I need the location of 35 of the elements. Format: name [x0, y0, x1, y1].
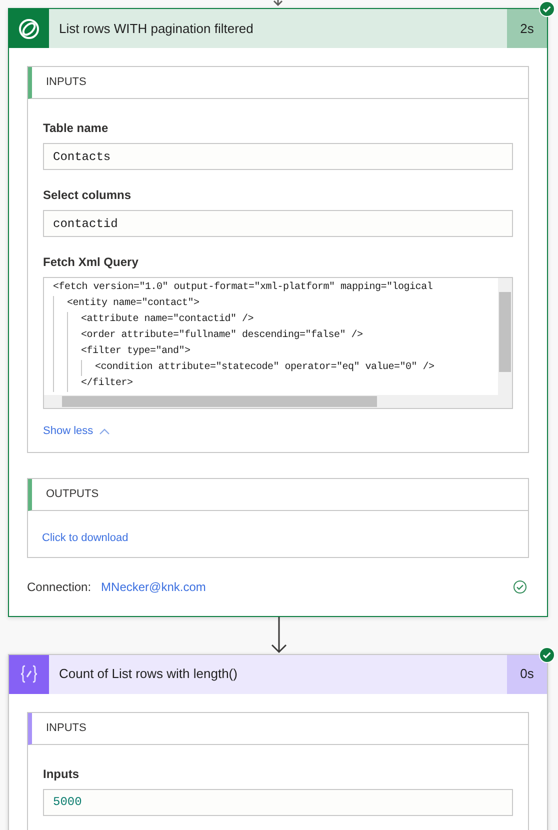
card-title: List rows WITH pagination filtered: [58, 20, 254, 38]
code-field[interactable]: [43, 277, 513, 409]
section-heading: INPUTS: [28, 712, 528, 744]
show-less-link[interactable]: Show less: [43, 423, 110, 440]
code-line: <condition attribute="statecode" operator="eq" value="0" />: [95, 360, 434, 375]
code-line: <entity name="contact">: [67, 296, 200, 311]
code-line: <fetch version="1.0" output-format="xml-platform" mapping="logical: [53, 280, 433, 295]
code-line: <order attribute="fullname" descending="false" />: [81, 328, 363, 343]
card-header[interactable]: List rows WITH pagination filtered 2s: [9, 9, 547, 48]
card-title: Count of List rows with length(): [58, 665, 238, 684]
section-heading: OUTPUTS: [28, 478, 528, 510]
check-circle-icon: [513, 580, 527, 594]
code-line: </filter>: [81, 376, 133, 391]
text-field[interactable]: contactid: [43, 210, 513, 237]
connector-arrow-icon: [272, 0, 284, 6]
field-label: Select columns: [43, 187, 132, 204]
dataverse-logo-icon: [17, 16, 41, 40]
card-header[interactable]: Count of List rows with length() 0s: [9, 654, 547, 694]
code-line: <filter type="and">: [81, 344, 190, 359]
duration-label: 0s: [507, 654, 547, 694]
text-field[interactable]: 5000: [43, 788, 513, 816]
download-link[interactable]: Click to download: [42, 532, 128, 544]
horizontal-scrollbar[interactable]: [44, 395, 512, 408]
vertical-scrollbar[interactable]: [498, 278, 512, 396]
field-label: Inputs: [43, 766, 80, 782]
connection-label: Connection:: [27, 578, 92, 596]
connection-account-link[interactable]: MNecker@knk.com: [101, 578, 206, 596]
field-label: Fetch Xml Query: [43, 254, 140, 271]
chevron-up-icon: [99, 428, 110, 435]
connector-arrow-icon: [271, 616, 287, 654]
code-line: <attribute name="contactid" />: [81, 312, 254, 327]
field-label: Table name: [43, 120, 110, 137]
text-field[interactable]: Contacts: [43, 143, 513, 170]
duration-label: 2s: [507, 9, 547, 48]
section-heading: INPUTS: [28, 67, 528, 99]
